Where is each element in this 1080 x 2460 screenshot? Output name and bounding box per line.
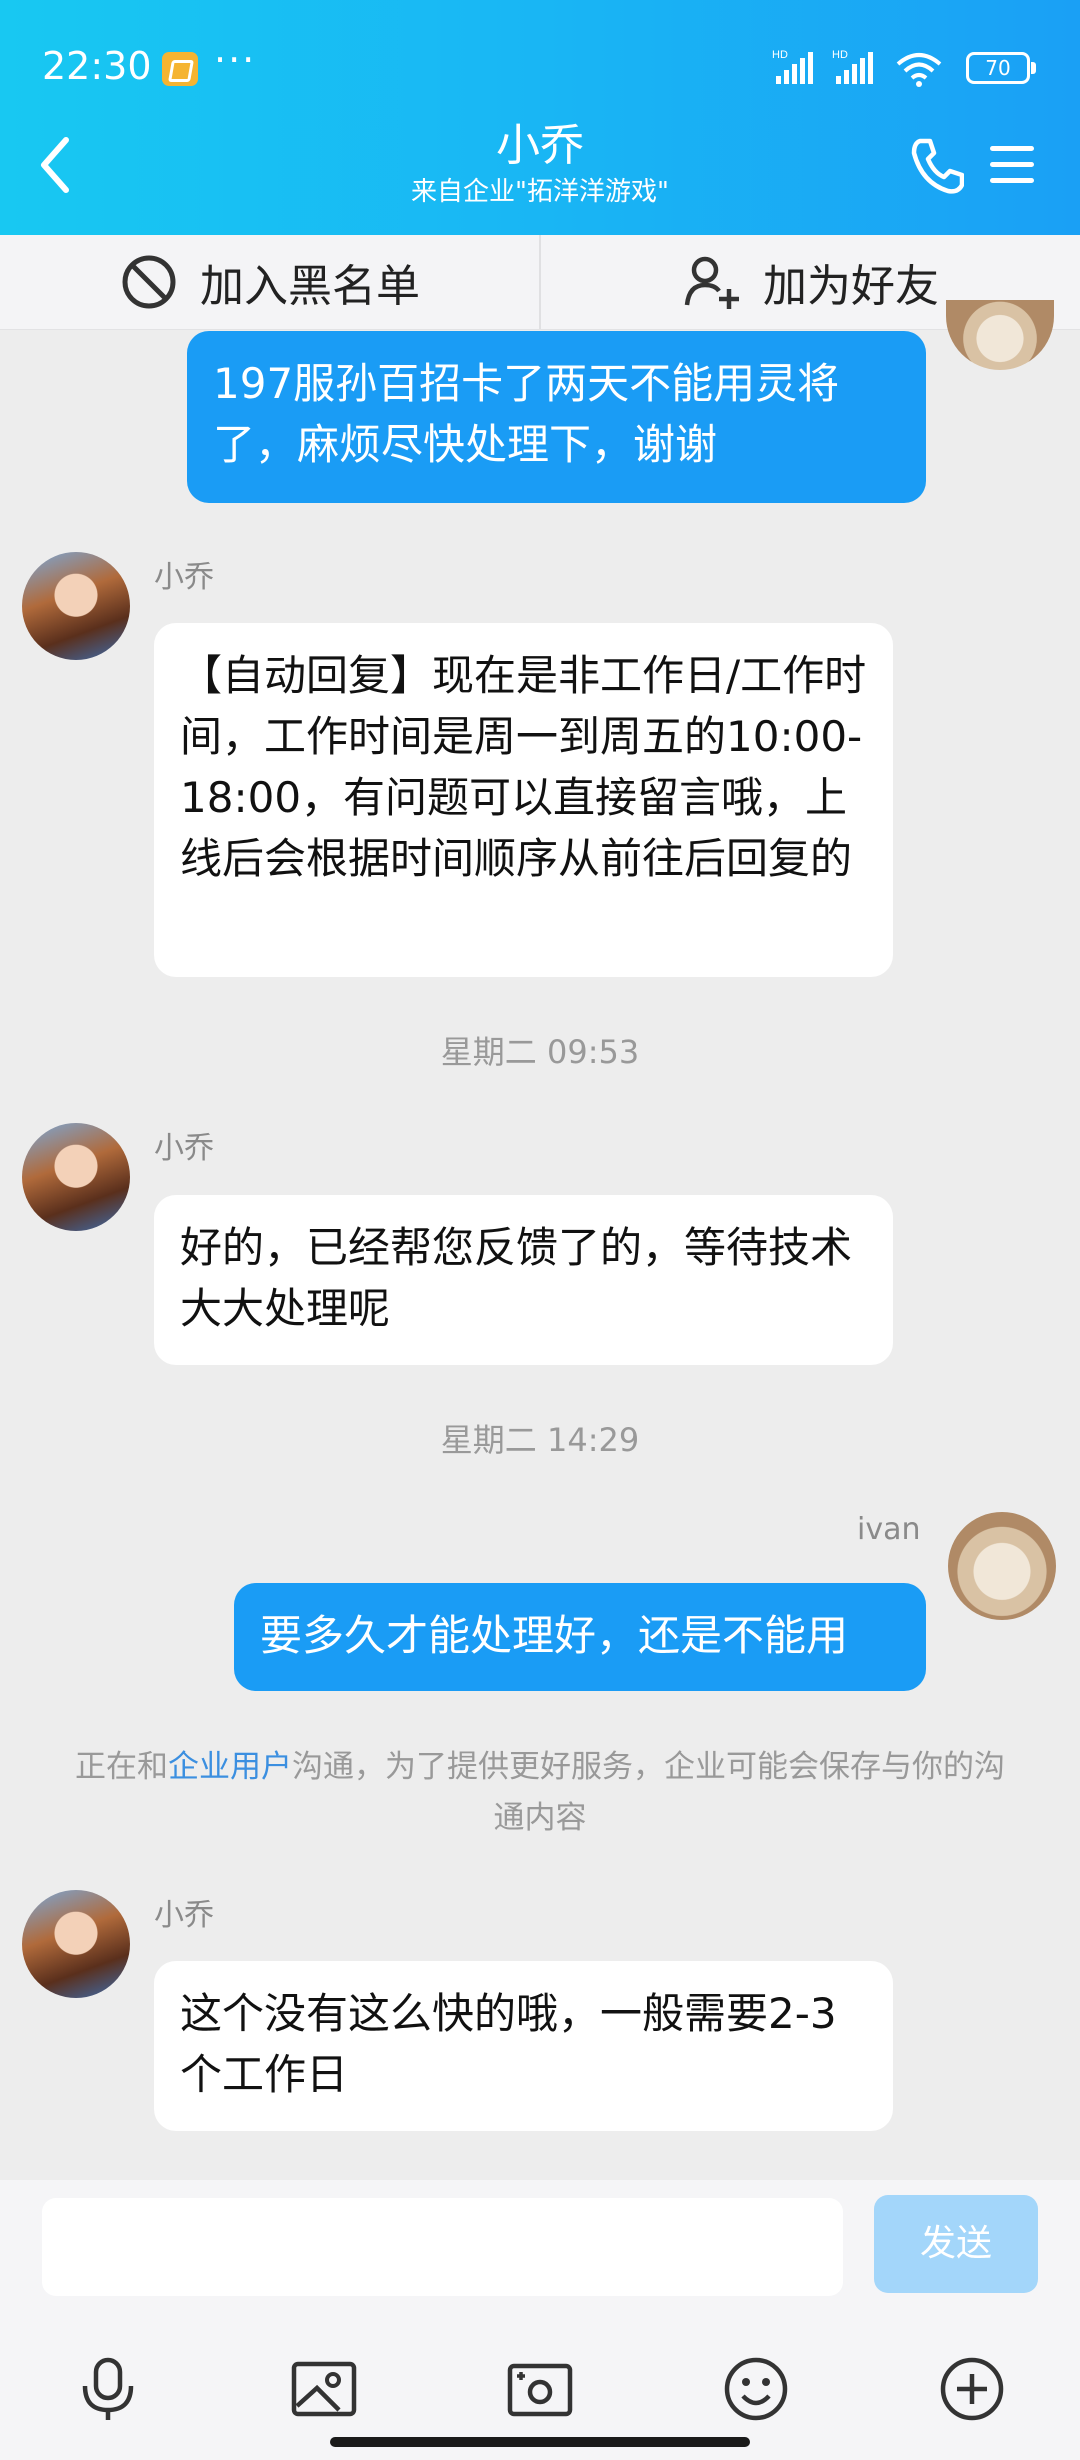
phone-icon[interactable] [908,135,964,195]
avatar[interactable] [22,552,130,660]
action-bar: 加入黑名单 加为好友 [0,235,1080,330]
status-bar: 22:30 ··· HD HD 70 [42,38,1040,98]
hd-label: HD [772,49,788,61]
hd-label-2: HD [832,49,848,61]
mic-icon[interactable] [73,2354,143,2424]
sender-name: 小乔 [154,1131,214,1166]
sender-name: ivan [857,1512,921,1547]
enterprise-user-link[interactable]: 企业用户 [168,1749,292,1785]
chat-header: 22:30 ··· HD HD 70 小乔 来自企业"拓洋洋游戏" [0,0,1080,235]
message-bubble[interactable]: 197服孙百招卡了两天不能用灵将了，麻烦尽快处理下，谢谢 [187,331,926,503]
message-bubble[interactable]: 这个没有这么快的哦，一般需要2-3个工作日 [154,1961,893,2131]
emoji-icon[interactable] [721,2354,791,2424]
sender-name: 小乔 [154,560,214,595]
notice-text-pre: 正在和 [75,1749,168,1785]
plus-icon[interactable] [937,2354,1007,2424]
avatar[interactable] [946,300,1054,370]
block-button[interactable]: 加入黑名单 [0,235,540,329]
signal-icon: HD [772,49,813,84]
add-friend-icon [684,256,739,309]
menu-icon[interactable] [990,146,1034,183]
message-bubble[interactable]: 要多久才能处理好，还是不能用 [234,1583,926,1691]
avatar[interactable] [22,1890,130,1998]
status-time: 22:30 [42,44,152,88]
send-button[interactable]: 发送 [874,2195,1038,2293]
add-friend-label: 加为好友 [763,261,939,312]
signal-icon-2: HD [832,49,873,84]
input-bar: 发送 [0,2180,1080,2460]
timestamp: 星期二 14:29 [440,1421,640,1459]
notice-text-post: 沟通，为了提供更好服务，企业可能会保存与你的沟通内容 [292,1749,1005,1836]
block-icon [122,255,176,309]
timestamp: 星期二 09:53 [440,1033,640,1071]
notification-app-icon [162,52,198,86]
camera-icon[interactable] [505,2354,575,2424]
block-label: 加入黑名单 [200,261,420,312]
sender-name: 小乔 [154,1898,214,1933]
avatar[interactable] [948,1512,1056,1620]
image-icon[interactable] [289,2354,359,2424]
message-bubble[interactable]: 好的，已经帮您反馈了的，等待技术大大处理呢 [154,1195,893,1365]
more-notifications: ··· [214,38,257,82]
privacy-notice: 正在和企业用户沟通，为了提供更好服务，企业可能会保存与你的沟通内容 [70,1742,1010,1844]
avatar[interactable] [22,1123,130,1231]
battery-indicator: 70 [966,52,1036,84]
home-indicator[interactable] [330,2437,750,2447]
wifi-icon [896,53,942,87]
message-bubble[interactable]: 【自动回复】现在是非工作日/工作时间，工作时间是周一到周五的10:00-18:0… [154,623,893,977]
message-input[interactable] [42,2198,843,2296]
